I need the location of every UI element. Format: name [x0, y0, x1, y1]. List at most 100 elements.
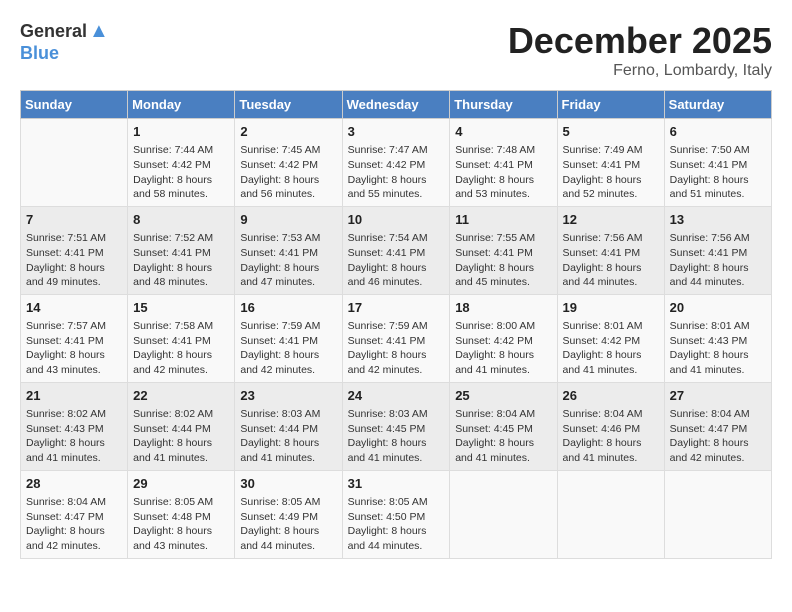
calendar-cell: 10 Sunrise: 7:54 AMSunset: 4:41 PMDayligh… — [342, 206, 450, 294]
logo-blue-text: Blue — [20, 43, 109, 64]
calendar-cell: 8Sunrise: 7:52 AMSunset: 4:41 PMDaylight… — [128, 206, 235, 294]
calendar-cell: 5 Sunrise: 7:49 AMSunset: 4:41 PMDaylight… — [557, 119, 664, 207]
day-number: 31 — [348, 475, 445, 493]
day-number: 30 — [240, 475, 336, 493]
cell-info: Sunrise: 8:05 AMSunset: 4:50 PMDaylight:… — [348, 495, 445, 554]
day-number: 16 — [240, 299, 336, 317]
page-header: General ▲ Blue December 2025 Ferno, Lomb… — [20, 20, 772, 80]
calendar-week-row: 7Sunrise: 7:51 AMSunset: 4:41 PMDaylight… — [21, 206, 772, 294]
day-number: 18 — [455, 299, 551, 317]
cell-info: Sunrise: 8:05 AMSunset: 4:49 PMDaylight:… — [240, 495, 336, 554]
calendar-cell: 16 Sunrise: 7:59 AMSunset: 4:41 PMDayligh… — [235, 294, 342, 382]
cell-info: Sunrise: 7:56 AMSunset: 4:41 PMDaylight:… — [670, 231, 766, 290]
calendar-cell: 24 Sunrise: 8:03 AMSunset: 4:45 PMDayligh… — [342, 382, 450, 470]
calendar-cell: 21Sunrise: 8:02 AMSunset: 4:43 PMDayligh… — [21, 382, 128, 470]
calendar-cell: 22Sunrise: 8:02 AMSunset: 4:44 PMDayligh… — [128, 382, 235, 470]
cell-info: Sunrise: 7:54 AMSunset: 4:41 PMDaylight:… — [348, 231, 445, 290]
cell-info: Sunrise: 7:55 AMSunset: 4:41 PMDaylight:… — [455, 231, 551, 290]
weekday-header: Tuesday — [235, 91, 342, 119]
calendar-cell — [664, 470, 771, 558]
cell-info: Sunrise: 8:03 AMSunset: 4:45 PMDaylight:… — [348, 407, 445, 466]
calendar-cell: 23 Sunrise: 8:03 AMSunset: 4:44 PMDayligh… — [235, 382, 342, 470]
cell-info: Sunrise: 8:04 AMSunset: 4:47 PMDaylight:… — [26, 495, 122, 554]
day-number: 7 — [26, 211, 122, 229]
logo-icon: ▲ — [89, 20, 109, 43]
day-number: 14 — [26, 299, 122, 317]
logo-general-text: General — [20, 21, 87, 42]
calendar-cell: 17Sunrise: 7:59 AMSunset: 4:41 PMDayligh… — [342, 294, 450, 382]
day-number: 10 — [348, 211, 445, 229]
cell-info: Sunrise: 8:04 AMSunset: 4:47 PMDaylight:… — [670, 407, 766, 466]
day-number: 27 — [670, 387, 766, 405]
calendar-week-row: 1Sunrise: 7:44 AMSunset: 4:42 PMDaylight… — [21, 119, 772, 207]
cell-info: Sunrise: 7:58 AMSunset: 4:41 PMDaylight:… — [133, 319, 229, 378]
cell-info: Sunrise: 7:45 AMSunset: 4:42 PMDaylight:… — [240, 143, 336, 202]
weekday-header: Friday — [557, 91, 664, 119]
calendar-cell — [450, 470, 557, 558]
calendar-cell — [21, 119, 128, 207]
title-block: December 2025 Ferno, Lombardy, Italy — [508, 20, 772, 80]
calendar-table: SundayMondayTuesdayWednesdayThursdayFrid… — [20, 90, 772, 559]
weekday-header: Monday — [128, 91, 235, 119]
calendar-cell: 28 Sunrise: 8:04 AMSunset: 4:47 PMDayligh… — [21, 470, 128, 558]
calendar-week-row: 28 Sunrise: 8:04 AMSunset: 4:47 PMDayligh… — [21, 470, 772, 558]
cell-info: Sunrise: 8:05 AMSunset: 4:48 PMDaylight:… — [133, 495, 229, 554]
month-title: December 2025 — [508, 20, 772, 62]
calendar-cell: 3Sunrise: 7:47 AMSunset: 4:42 PMDaylight… — [342, 119, 450, 207]
day-number: 19 — [563, 299, 659, 317]
calendar-week-row: 14 Sunrise: 7:57 AMSunset: 4:41 PMDayligh… — [21, 294, 772, 382]
calendar-cell: 12 Sunrise: 7:56 AMSunset: 4:41 PMDayligh… — [557, 206, 664, 294]
day-number: 24 — [348, 387, 445, 405]
weekday-header: Thursday — [450, 91, 557, 119]
day-number: 20 — [670, 299, 766, 317]
cell-info: Sunrise: 8:01 AMSunset: 4:42 PMDaylight:… — [563, 319, 659, 378]
calendar-cell: 2Sunrise: 7:45 AMSunset: 4:42 PMDaylight… — [235, 119, 342, 207]
calendar-week-row: 21Sunrise: 8:02 AMSunset: 4:43 PMDayligh… — [21, 382, 772, 470]
calendar-header: SundayMondayTuesdayWednesdayThursdayFrid… — [21, 91, 772, 119]
day-number: 23 — [240, 387, 336, 405]
day-number: 15 — [133, 299, 229, 317]
calendar-cell: 9 Sunrise: 7:53 AMSunset: 4:41 PMDaylight… — [235, 206, 342, 294]
calendar-cell: 7Sunrise: 7:51 AMSunset: 4:41 PMDaylight… — [21, 206, 128, 294]
calendar-cell: 31 Sunrise: 8:05 AMSunset: 4:50 PMDayligh… — [342, 470, 450, 558]
cell-info: Sunrise: 7:56 AMSunset: 4:41 PMDaylight:… — [563, 231, 659, 290]
calendar-cell: 4Sunrise: 7:48 AMSunset: 4:41 PMDaylight… — [450, 119, 557, 207]
cell-info: Sunrise: 8:03 AMSunset: 4:44 PMDaylight:… — [240, 407, 336, 466]
calendar-cell: 6Sunrise: 7:50 AMSunset: 4:41 PMDaylight… — [664, 119, 771, 207]
calendar-cell: 27 Sunrise: 8:04 AMSunset: 4:47 PMDayligh… — [664, 382, 771, 470]
cell-info: Sunrise: 8:04 AMSunset: 4:46 PMDaylight:… — [563, 407, 659, 466]
day-number: 5 — [563, 123, 659, 141]
calendar-cell: 26Sunrise: 8:04 AMSunset: 4:46 PMDayligh… — [557, 382, 664, 470]
day-number: 29 — [133, 475, 229, 493]
cell-info: Sunrise: 7:48 AMSunset: 4:41 PMDaylight:… — [455, 143, 551, 202]
day-number: 12 — [563, 211, 659, 229]
calendar-cell: 18 Sunrise: 8:00 AMSunset: 4:42 PMDayligh… — [450, 294, 557, 382]
cell-info: Sunrise: 7:59 AMSunset: 4:41 PMDaylight:… — [348, 319, 445, 378]
cell-info: Sunrise: 8:04 AMSunset: 4:45 PMDaylight:… — [455, 407, 551, 466]
day-number: 28 — [26, 475, 122, 493]
day-number: 9 — [240, 211, 336, 229]
weekday-header: Sunday — [21, 91, 128, 119]
cell-info: Sunrise: 8:01 AMSunset: 4:43 PMDaylight:… — [670, 319, 766, 378]
day-number: 6 — [670, 123, 766, 141]
day-number: 13 — [670, 211, 766, 229]
day-number: 3 — [348, 123, 445, 141]
calendar-cell: 14 Sunrise: 7:57 AMSunset: 4:41 PMDayligh… — [21, 294, 128, 382]
cell-info: Sunrise: 7:59 AMSunset: 4:41 PMDaylight:… — [240, 319, 336, 378]
day-number: 25 — [455, 387, 551, 405]
cell-info: Sunrise: 7:49 AMSunset: 4:41 PMDaylight:… — [563, 143, 659, 202]
cell-info: Sunrise: 7:52 AMSunset: 4:41 PMDaylight:… — [133, 231, 229, 290]
calendar-cell: 15 Sunrise: 7:58 AMSunset: 4:41 PMDayligh… — [128, 294, 235, 382]
cell-info: Sunrise: 8:00 AMSunset: 4:42 PMDaylight:… — [455, 319, 551, 378]
day-number: 11 — [455, 211, 551, 229]
calendar-cell: 11 Sunrise: 7:55 AMSunset: 4:41 PMDayligh… — [450, 206, 557, 294]
weekday-header: Wednesday — [342, 91, 450, 119]
cell-info: Sunrise: 7:53 AMSunset: 4:41 PMDaylight:… — [240, 231, 336, 290]
cell-info: Sunrise: 7:57 AMSunset: 4:41 PMDaylight:… — [26, 319, 122, 378]
location-title: Ferno, Lombardy, Italy — [508, 62, 772, 80]
cell-info: Sunrise: 7:44 AMSunset: 4:42 PMDaylight:… — [133, 143, 229, 202]
day-number: 22 — [133, 387, 229, 405]
weekday-header: Saturday — [664, 91, 771, 119]
calendar-cell: 1Sunrise: 7:44 AMSunset: 4:42 PMDaylight… — [128, 119, 235, 207]
calendar-cell: 30 Sunrise: 8:05 AMSunset: 4:49 PMDayligh… — [235, 470, 342, 558]
